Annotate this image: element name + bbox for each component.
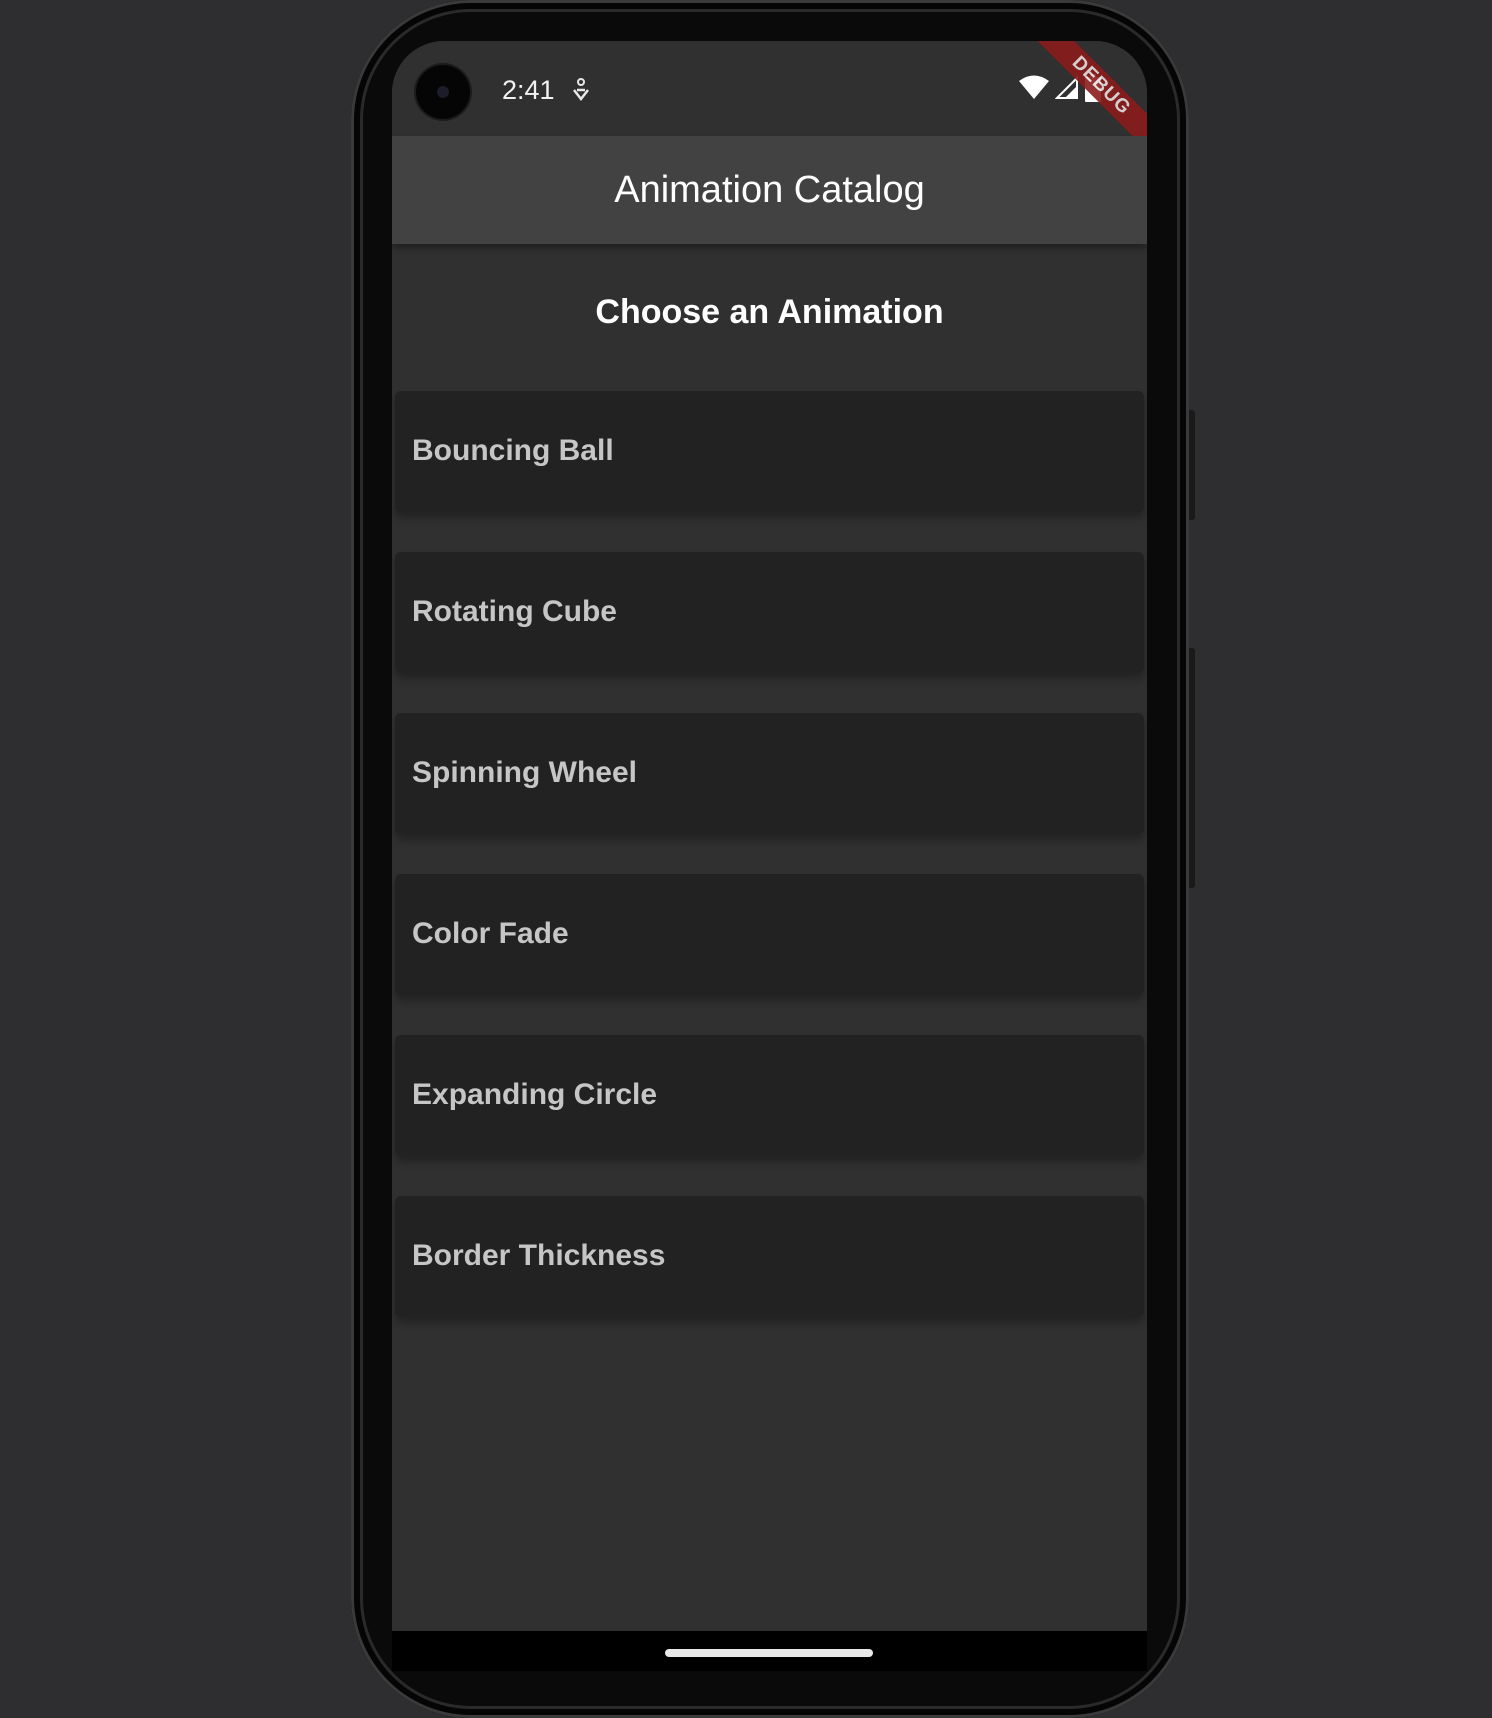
card-label: Expanding Circle [412,1078,658,1111]
card-label: Spinning Wheel [412,756,637,789]
card-label: Bouncing Ball [412,434,614,467]
app-title: Animation Catalog [614,168,925,211]
wifi-icon [1019,75,1049,99]
animation-list: Bouncing Ball Rotating Cube Spinning Whe… [395,391,1144,1357]
card-label: Rotating Cube [412,595,617,628]
card-label: Border Thickness [412,1239,666,1272]
card-label: Color Fade [412,917,569,950]
page-heading: Choose an Animation [595,293,944,331]
volume-button [1189,648,1195,888]
status-bar: 2:41 DEBUG [392,41,1147,166]
front-camera [416,65,470,119]
device-frame-stage: 2:41 DEBUG Animation Catalog Choose an A… [0,0,1492,1718]
status-time: 2:41 [502,75,555,105]
notification-icon [573,78,589,102]
animation-card-spinning-wheel[interactable]: Spinning Wheel [395,713,1144,834]
power-button [1189,410,1195,520]
animation-card-bouncing-ball[interactable]: Bouncing Ball [395,391,1144,512]
animation-card-color-fade[interactable]: Color Fade [395,874,1144,995]
animation-card-border-thickness[interactable]: Border Thickness [395,1196,1144,1317]
app-bar: Animation Catalog [392,136,1147,244]
animation-card-expanding-circle[interactable]: Expanding Circle [395,1035,1144,1156]
home-indicator[interactable] [665,1649,873,1657]
screen: 2:41 DEBUG Animation Catalog Choose an A… [392,41,1147,1631]
animation-card-rotating-cube[interactable]: Rotating Cube [395,552,1144,673]
